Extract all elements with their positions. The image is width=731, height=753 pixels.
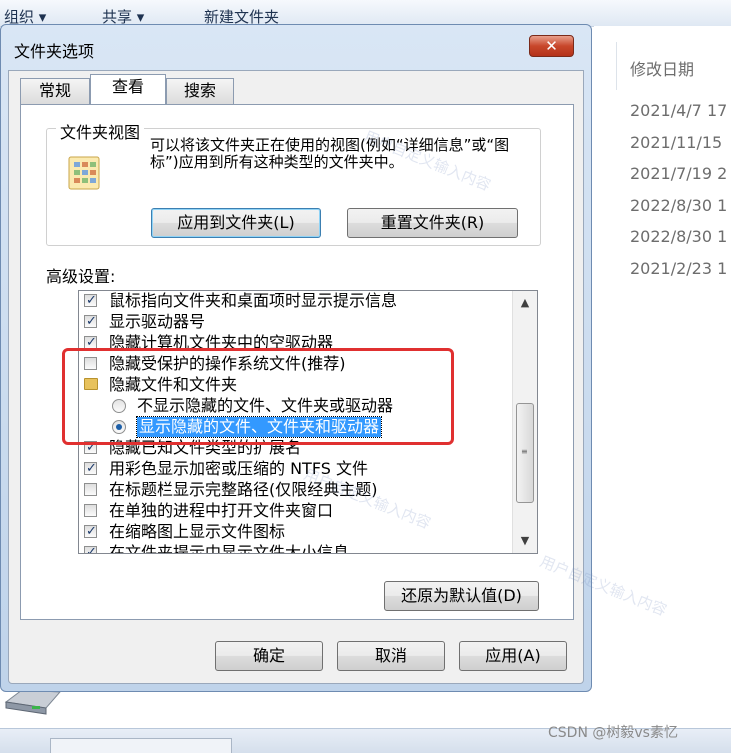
file-date: 2021/2/23 1: [630, 259, 728, 278]
file-date: 2022/8/30 1: [630, 227, 728, 246]
file-date: 2021/7/19 2: [630, 164, 728, 183]
tab-general[interactable]: 常规: [20, 78, 90, 104]
folder-views-icon: [68, 156, 100, 190]
cancel-button[interactable]: 取消: [337, 641, 445, 671]
checkbox[interactable]: [84, 504, 97, 517]
close-icon: ✕: [545, 37, 558, 55]
setting-label: 鼠标指向文件夹和桌面项时显示提示信息: [109, 291, 398, 310]
dialog-title: 文件夹选项: [14, 42, 95, 61]
setting-label: 在文件夹提示中显示文件大小信息: [109, 543, 350, 554]
file-date: 2021/4/7 17: [630, 101, 728, 120]
setting-file-size-tips[interactable]: 在文件夹提示中显示文件大小信息: [79, 543, 511, 554]
tab-search[interactable]: 搜索: [166, 78, 234, 104]
setting-label: 在缩略图上显示文件图标: [109, 522, 286, 541]
checkbox[interactable]: [84, 312, 97, 332]
scrollbar-thumb[interactable]: ≡: [516, 403, 534, 503]
ok-button[interactable]: 确定: [215, 641, 323, 671]
column-separator: [616, 42, 617, 90]
file-date: 2021/11/15: [630, 133, 723, 152]
checkbox[interactable]: [84, 291, 97, 311]
highlight-annotation: [62, 348, 454, 445]
checkbox[interactable]: [84, 459, 97, 479]
advanced-settings-label: 高级设置:: [46, 267, 116, 286]
explorer-toolbar: 组织 ▾ 共享 ▾ 新建文件夹: [0, 0, 731, 27]
taskbar-item[interactable]: [50, 738, 232, 753]
file-date: 2022/8/30 1: [630, 196, 728, 215]
checkbox[interactable]: [84, 483, 97, 496]
restore-defaults-button[interactable]: 还原为默认值(D): [384, 581, 539, 611]
scroll-down-arrow-icon[interactable]: ▼: [515, 531, 535, 551]
setting-thumbnail-icons[interactable]: 在缩略图上显示文件图标: [79, 522, 511, 542]
tab-view[interactable]: 查看: [90, 74, 166, 104]
setting-separate-process[interactable]: 在单独的进程中打开文件夹窗口: [79, 501, 511, 521]
column-header-modified-date[interactable]: 修改日期: [630, 56, 694, 80]
scroll-up-arrow-icon[interactable]: ▲: [515, 293, 535, 313]
setting-label: 显示驱动器号: [109, 312, 206, 331]
reset-folders-button[interactable]: 重置文件夹(R): [347, 208, 518, 238]
settings-scrollbar[interactable]: ▲ ≡ ▼: [512, 291, 537, 553]
folder-views-description: 可以将该文件夹正在使用的视图(例如“详细信息”或“图标”)应用到所有这种类型的文…: [150, 136, 510, 171]
setting-full-path-title[interactable]: 在标题栏显示完整路径(仅限经典主题): [79, 480, 511, 500]
apply-to-folders-button[interactable]: 应用到文件夹(L): [151, 208, 321, 238]
setting-color-ntfs[interactable]: 用彩色显示加密或压缩的 NTFS 文件: [79, 459, 511, 479]
folder-views-title: 文件夹视图: [56, 119, 145, 143]
setting-show-tooltips[interactable]: 鼠标指向文件夹和桌面项时显示提示信息: [79, 291, 511, 311]
close-button[interactable]: ✕: [529, 35, 574, 57]
credit-watermark: CSDN @树毅vs素忆: [548, 725, 678, 741]
file-list-background: [594, 26, 731, 726]
checkbox[interactable]: [84, 543, 97, 553]
setting-show-drive-letters[interactable]: 显示驱动器号: [79, 312, 511, 332]
checkbox[interactable]: [84, 522, 97, 542]
grip-icon: ≡: [521, 447, 528, 456]
setting-label: 在单独的进程中打开文件夹窗口: [109, 501, 334, 520]
apply-button[interactable]: 应用(A): [459, 641, 567, 671]
